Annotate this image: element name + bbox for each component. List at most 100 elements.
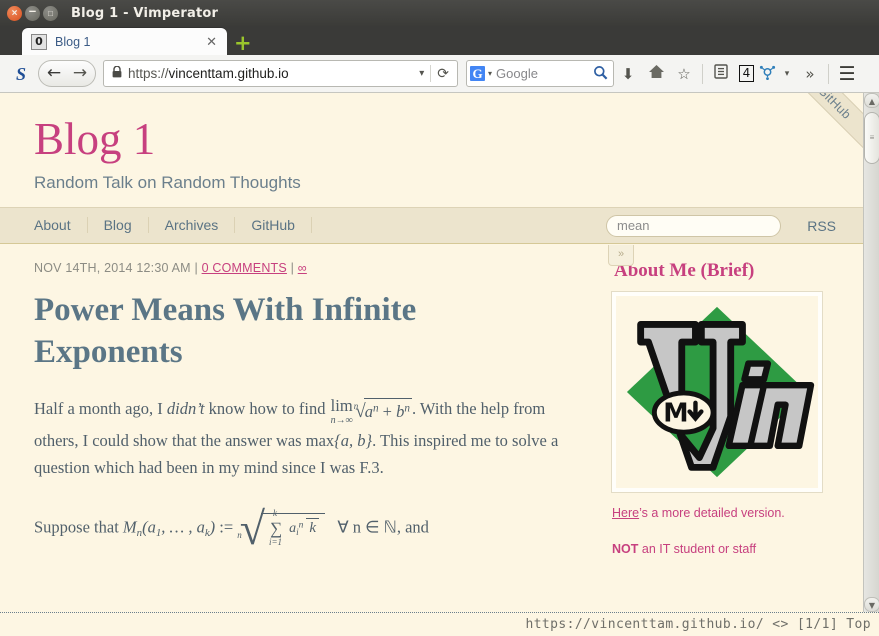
page-content: Fork me on GitHub Blog 1 Random Talk on …: [0, 93, 863, 612]
sum-term-sup: n: [298, 520, 304, 531]
summation-icon: ∑ k i=1: [269, 508, 282, 547]
detailed-version-rest: ’s a more detailed version.: [639, 505, 785, 520]
vimperator-status-line: https://vincenttam.github.io/ <> [1/1] T…: [0, 612, 879, 636]
bookmark-star-icon[interactable]: ☆: [670, 65, 698, 83]
new-tab-button[interactable]: +: [234, 33, 252, 54]
home-icon[interactable]: [642, 64, 670, 83]
url-bar[interactable]: https://vincenttam.github.io ▾ ⟳: [103, 60, 458, 87]
reload-icon[interactable]: ⟳: [430, 65, 453, 82]
chevron-double-right-icon[interactable]: »: [796, 65, 824, 83]
scrollbar-thumb[interactable]: ≡: [864, 112, 879, 164]
detailed-version-text: Here’s a more detailed version.: [612, 506, 831, 520]
navigation-toolbar: S ← → https://vincenttam.github.io ▾ ⟳ G…: [0, 55, 879, 93]
nav-item-blog[interactable]: Blog: [88, 217, 149, 234]
window-maximize-button[interactable]: □: [43, 5, 58, 21]
browser-window: × – □ Blog 1 - Vimperator 0 Blog 1 ✕ + S…: [0, 0, 879, 636]
power-mean-formula: n √ ∑ k i=1 ain k: [237, 506, 326, 551]
lim-subscript: n→∞: [330, 415, 353, 427]
tab-strip: 0 Blog 1 ✕ +: [0, 26, 879, 55]
download-icon[interactable]: ⬇: [614, 65, 642, 83]
post-date: NOV 14TH, 2014 12:30 AM: [34, 260, 191, 275]
toolbar-separator: [702, 63, 703, 84]
permalink-icon[interactable]: ∞: [298, 261, 307, 275]
toolbar-separator-2: [828, 63, 829, 84]
meta-sep-1: |: [190, 260, 202, 275]
library-icon[interactable]: [707, 64, 735, 83]
nav-item-github[interactable]: GitHub: [235, 217, 312, 234]
window-minimize-button[interactable]: –: [25, 2, 40, 21]
nav-item-archives[interactable]: Archives: [149, 217, 236, 234]
radicand: an + bn: [363, 397, 412, 426]
molecule-icon[interactable]: [756, 64, 778, 84]
function-args-close: ): [209, 517, 216, 537]
post-paragraph-2: Suppose that Mn(a1, … , ak) := n √ ∑ k i=1 ai…: [34, 506, 579, 552]
scribefire-icon[interactable]: S: [10, 63, 32, 85]
rss-link[interactable]: RSS: [807, 218, 836, 234]
google-icon[interactable]: G: [470, 66, 485, 81]
url-text: https://vincenttam.github.io: [128, 66, 415, 81]
nav-arrows-group: ← →: [38, 60, 96, 87]
limit-operator: lim n→∞: [330, 395, 353, 429]
post-paragraph-1: Half a month ago, I didn’t know how to f…: [34, 396, 579, 482]
forward-button[interactable]: →: [67, 61, 93, 86]
search-bar[interactable]: G ▾ Google: [466, 60, 614, 87]
function-M: M: [122, 517, 137, 537]
sum-lower-limit: i=1: [268, 536, 283, 547]
article: NOV 14TH, 2014 12:30 AM | 0 COMMENTS | ∞…: [0, 244, 600, 565]
nav-item-about[interactable]: About: [34, 217, 88, 234]
lock-icon: [112, 65, 122, 81]
minimize-icon: –: [28, 2, 37, 18]
function-args-open: (a: [142, 517, 156, 537]
body-columns: NOV 14TH, 2014 12:30 AM | 0 COMMENTS | ∞…: [0, 244, 863, 565]
site-search-input[interactable]: mean: [606, 214, 781, 237]
search-input[interactable]: Google: [496, 66, 593, 81]
para1-italic: didn’t: [166, 399, 205, 419]
scroll-down-arrow[interactable]: ▼: [864, 597, 879, 612]
overflow-caret-icon[interactable]: ▾: [778, 69, 796, 79]
not-emphasis: NOT: [612, 541, 639, 556]
meta-sep-2: |: [286, 260, 298, 275]
post-meta: NOV 14TH, 2014 12:30 AM | 0 COMMENTS | ∞: [34, 261, 600, 275]
url-host: vincenttam.github.io: [168, 66, 289, 81]
back-button[interactable]: ←: [41, 61, 67, 86]
site-title[interactable]: Blog 1: [34, 115, 863, 164]
vim-logo-image: M: [612, 291, 822, 492]
para1-part-b: know how to find: [204, 399, 330, 419]
svg-text:M: M: [663, 398, 688, 428]
tab-close-icon[interactable]: ✕: [202, 34, 221, 50]
tab-blog-1[interactable]: 0 Blog 1 ✕: [22, 28, 227, 55]
not-it-student-text: NOT an IT student or staff: [612, 542, 831, 556]
radicand-b-exp: n: [404, 402, 410, 415]
comments-link[interactable]: 0 COMMENTS: [202, 261, 287, 275]
window-close-button[interactable]: ×: [7, 5, 22, 21]
lim-label: lim: [330, 395, 353, 415]
window-title: Blog 1 - Vimperator: [71, 5, 219, 21]
sum-upper-limit: k: [272, 507, 277, 518]
scroll-up-arrow[interactable]: ▲: [864, 93, 879, 108]
para1-part-a: Half a month ago, I: [34, 399, 167, 419]
chevron-down-icon[interactable]: ▾: [485, 69, 496, 78]
hamburger-menu-icon[interactable]: ☰: [833, 63, 861, 85]
notification-count-badge[interactable]: 4: [739, 65, 754, 82]
url-dropdown-icon[interactable]: ▾: [415, 68, 428, 79]
close-icon: ×: [11, 7, 18, 19]
title-bar: × – □ Blog 1 - Vimperator: [0, 0, 879, 26]
here-link[interactable]: Here: [612, 506, 639, 520]
tab-number-badge: 0: [31, 33, 47, 50]
page-scrollbar[interactable]: ▲ ≡ ▼: [863, 93, 879, 612]
sidebar-heading-about-me: About Me (Brief): [614, 259, 755, 281]
sidebar: About Me (Brief) M Here’s a more detaile…: [600, 244, 845, 565]
big-radical: n √ ∑ k i=1 ain k: [237, 506, 326, 551]
post-title: Power Means With Infinite Exponents: [34, 291, 417, 371]
url-scheme: https://: [128, 66, 169, 81]
sidebar-toggle-button[interactable]: »: [608, 244, 634, 266]
fraction: ∑ k i=1 ain k: [260, 508, 326, 548]
formula-tail: ∀ n ∈ ℕ, and: [337, 517, 429, 537]
site-subtitle: Random Talk on Random Thoughts: [34, 172, 301, 192]
fraction-denominator: k: [306, 517, 320, 538]
max-set: {a, b}: [334, 431, 373, 451]
nth-root-expression: n√an + bn: [354, 397, 412, 428]
search-icon[interactable]: [593, 65, 610, 83]
maximize-icon: □: [48, 8, 53, 18]
status-text: https://vincenttam.github.io/ <> [1/1] T…: [525, 617, 871, 632]
